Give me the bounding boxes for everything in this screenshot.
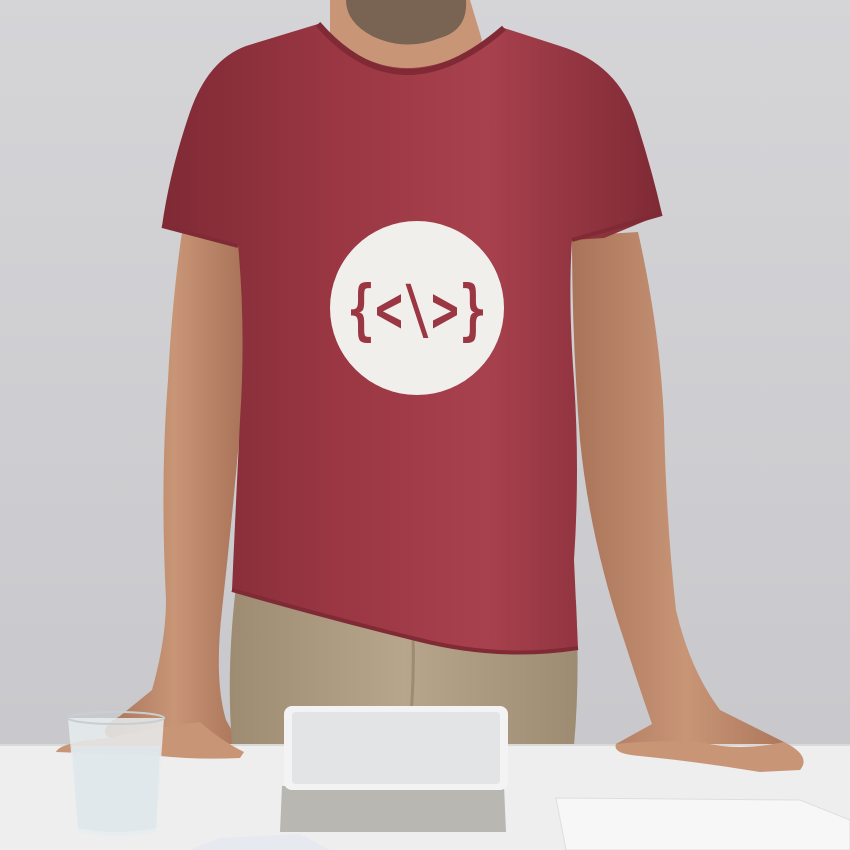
desk-papers bbox=[555, 797, 850, 850]
tablet-case bbox=[280, 786, 506, 832]
water-glass-water bbox=[72, 746, 160, 832]
photo-scene: {<\>} bbox=[0, 0, 850, 850]
tablet-screen-edge bbox=[292, 712, 500, 784]
photo-illustration: {<\>} bbox=[0, 0, 850, 850]
code-brackets-logo: {<\>} bbox=[347, 271, 487, 348]
